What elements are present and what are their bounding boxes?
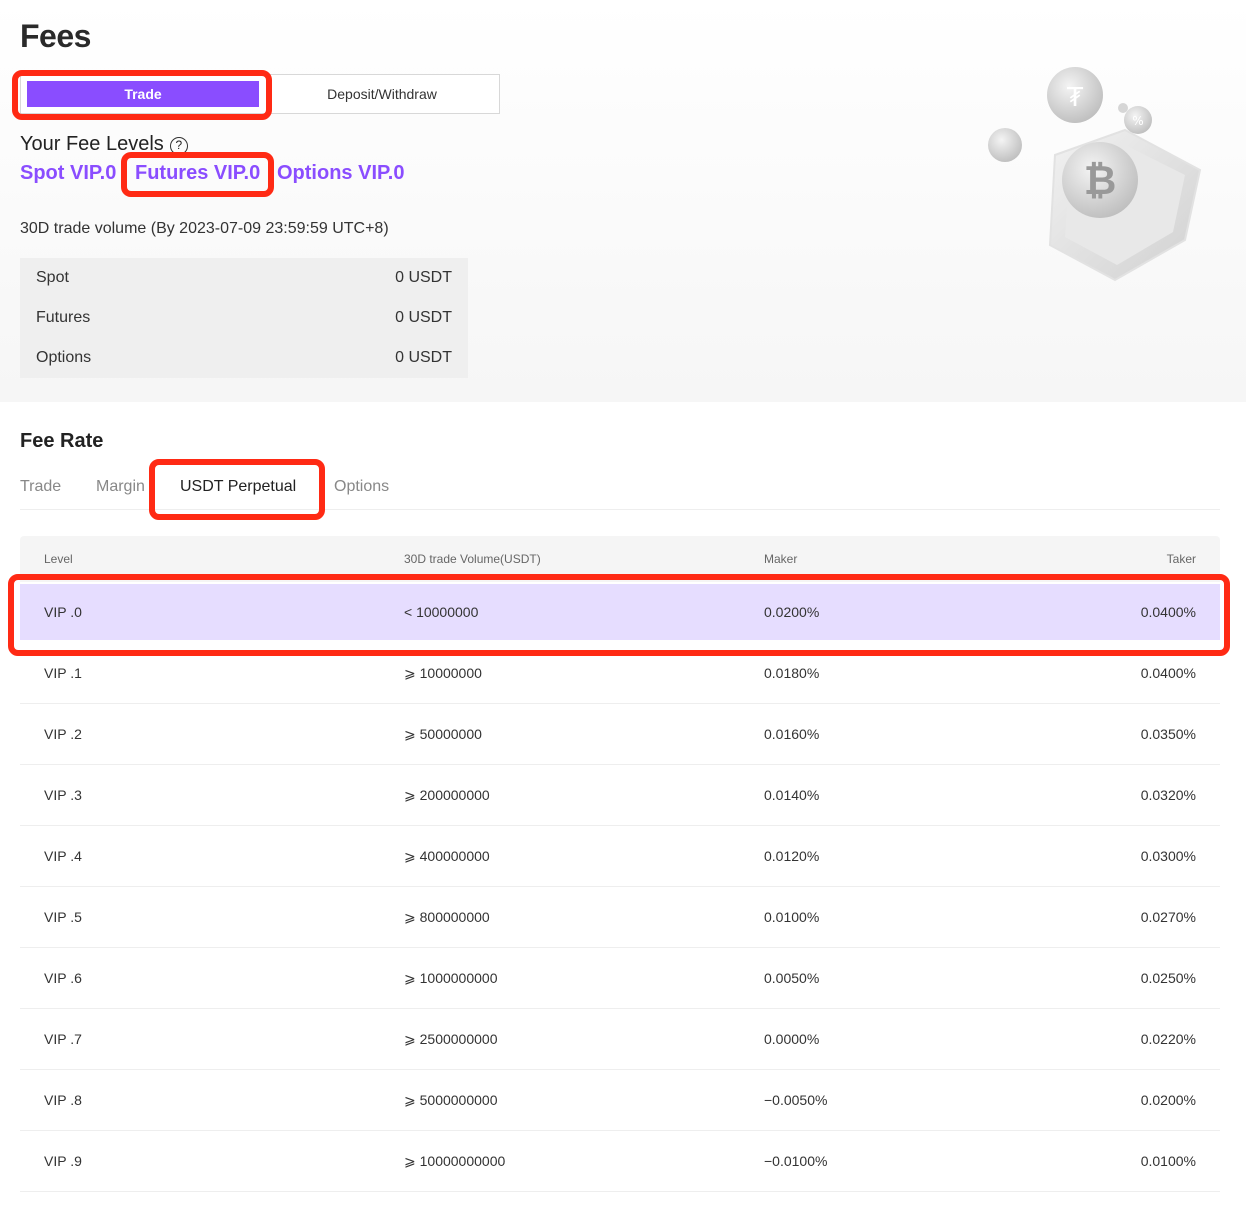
cell-maker: 0.0200% [764,604,820,620]
cell-taker: 0.0300% [1140,848,1196,864]
volume-caption: 30D trade volume (By 2023-07-09 23:59:59… [20,220,389,237]
svg-text:₿: ₿ [1084,158,1117,204]
cell-taker: 0.0270% [1140,909,1196,925]
cell-maker: −0.0050% [764,1092,828,1108]
table-row: VIP .1 ⩾ 10000000 0.0180% 0.0400% [20,643,1220,704]
cell-level: VIP .7 [44,1031,82,1047]
cell-volume: < 10000000 [404,604,479,620]
volume-value: 0 USDT [395,309,452,326]
tab-options[interactable]: Options [334,478,389,496]
table-row: VIP .9 ⩾ 10000000000 −0.0100% 0.0100% [20,1131,1220,1192]
table-header: Level 30D trade Volume(USDT) Maker Taker [20,536,1220,582]
volume-label: Futures [36,309,91,326]
cell-volume: ⩾ 50000000 [404,725,482,742]
cell-maker: 0.0160% [764,726,820,742]
fee-levels-title: Your Fee Levels [20,133,164,155]
cell-maker: 0.0000% [764,1031,820,1047]
page-title: Fees [20,18,91,54]
table-row: VIP .3 ⩾ 200000000 0.0140% 0.0320% [20,765,1220,826]
table-row: VIP .5 ⩾ 800000000 0.0100% 0.0270% [20,887,1220,948]
fee-rate-table: Level 30D trade Volume(USDT) Maker Taker… [20,536,1220,1192]
column-header-taker: Taker [1166,552,1196,566]
cell-taker: 0.0100% [1140,1153,1196,1169]
tab-trade[interactable]: Trade [27,81,259,107]
table-row: VIP .2 ⩾ 50000000 0.0160% 0.0350% [20,704,1220,765]
volume-row-futures: Futures 0 USDT [36,298,452,338]
column-header-volume: 30D trade Volume(USDT) [404,552,541,566]
cell-maker: 0.0140% [764,787,820,803]
table-row: VIP .4 ⩾ 400000000 0.0120% 0.0300% [20,826,1220,887]
cell-level: VIP .2 [44,726,82,742]
cell-volume: ⩾ 10000000000 [404,1152,506,1169]
cell-taker: 0.0400% [1140,604,1196,620]
volume-value: 0 USDT [395,349,452,366]
cell-taker: 0.0250% [1140,970,1196,986]
fee-rate-tabs: Trade Margin USDT Perpetual Options [20,478,1220,510]
cell-level: VIP .5 [44,909,82,925]
fee-rate-title: Fee Rate [20,430,104,452]
volume-summary: Spot 0 USDT Futures 0 USDT Options 0 USD… [20,258,468,378]
fee-levels-heading: Your Fee Levels? [20,133,188,156]
spot-vip-link[interactable]: Spot VIP.0 [20,162,116,185]
table-row: VIP .8 ⩾ 5000000000 −0.0050% 0.0200% [20,1070,1220,1131]
volume-label: Options [36,349,92,366]
cell-volume: ⩾ 200000000 [404,786,490,803]
cell-level: VIP .1 [44,665,82,681]
svg-text:%: % [1132,114,1143,128]
options-vip-link[interactable]: Options VIP.0 [277,162,404,185]
volume-label: Spot [36,269,69,286]
cell-level: VIP .6 [44,970,82,986]
cell-level: VIP .0 [44,604,82,620]
cell-volume: ⩾ 10000000 [404,664,482,681]
tab-margin[interactable]: Margin [96,478,145,496]
cell-level: VIP .8 [44,1092,82,1108]
cell-maker: 0.0050% [764,970,820,986]
table-row-current: VIP .0 < 10000000 0.0200% 0.0400% [20,584,1220,640]
table-row: VIP .6 ⩾ 1000000000 0.0050% 0.0250% [20,948,1220,1009]
volume-value: 0 USDT [395,269,452,286]
futures-vip-link[interactable]: Futures VIP.0 [135,162,260,185]
cell-taker: 0.0350% [1140,726,1196,742]
mode-segmented-control: Trade Deposit/Withdraw [20,74,500,114]
bitcoin-shield-illustration: ₿ ₮ % [988,67,1202,282]
svg-text:₮: ₮ [1067,83,1084,113]
tab-deposit-withdraw[interactable]: Deposit/Withdraw [265,75,499,113]
column-header-maker: Maker [764,552,798,566]
cell-taker: 0.0320% [1140,787,1196,803]
volume-row-options: Options 0 USDT [36,338,452,378]
cell-volume: ⩾ 800000000 [404,908,490,925]
cell-level: VIP .3 [44,787,82,803]
cell-maker: 0.0180% [764,665,820,681]
cell-volume: ⩾ 1000000000 [404,969,498,986]
tab-usdt-perpetual[interactable]: USDT Perpetual [180,478,296,496]
cell-level: VIP .4 [44,848,82,864]
table-body: VIP .0 < 10000000 0.0200% 0.0400% VIP .1 ⩾ 10… [20,584,1220,1192]
cell-volume: ⩾ 400000000 [404,847,490,864]
volume-row-spot: Spot 0 USDT [36,258,452,298]
cell-volume: ⩾ 2500000000 [404,1030,498,1047]
cell-taker: 0.0220% [1140,1031,1196,1047]
cell-maker: 0.0100% [764,909,820,925]
cell-maker: −0.0100% [764,1153,828,1169]
cell-maker: 0.0120% [764,848,820,864]
column-header-level: Level [44,552,73,566]
cell-level: VIP .9 [44,1153,82,1169]
question-circle-icon[interactable]: ? [169,137,188,155]
cell-taker: 0.0400% [1140,665,1196,681]
tab-trade[interactable]: Trade [20,478,61,496]
cell-volume: ⩾ 5000000000 [404,1091,498,1108]
cell-taker: 0.0200% [1140,1092,1196,1108]
table-row: VIP .7 ⩾ 2500000000 0.0000% 0.0220% [20,1009,1220,1070]
